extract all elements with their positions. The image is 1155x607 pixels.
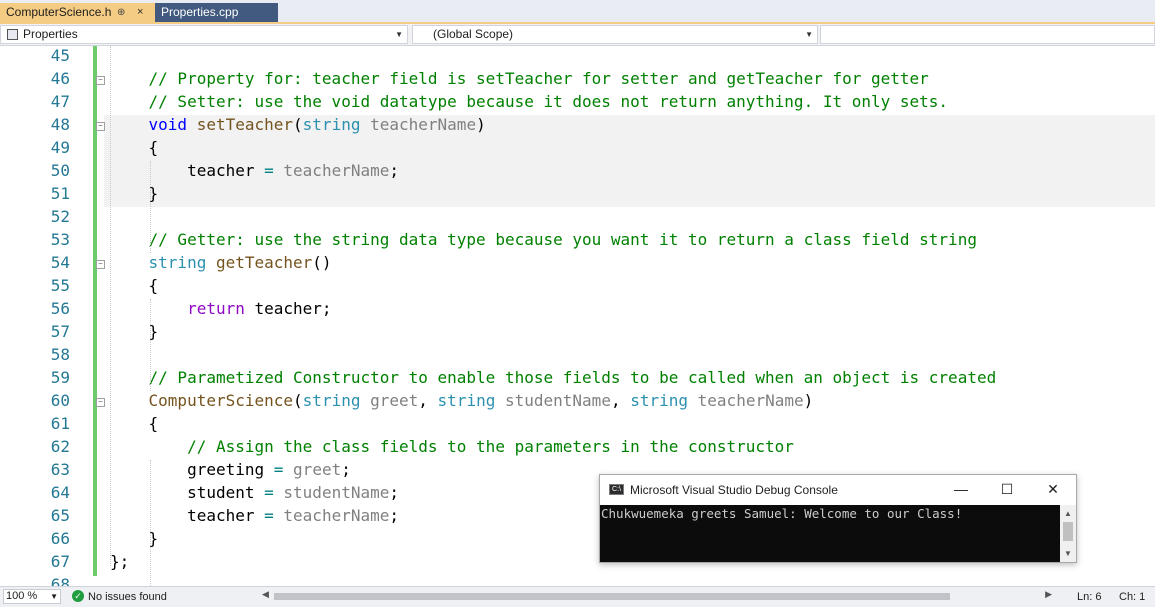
line-number: 54 [50, 253, 70, 272]
line-number: 49 [50, 138, 70, 157]
chevron-down-icon: ▼ [50, 592, 58, 601]
issues-indicator[interactable]: ✓ No issues found [72, 590, 167, 604]
code-line: { [110, 276, 159, 295]
code-line: teacher = teacherName; [110, 161, 400, 180]
console-vertical-scrollbar[interactable]: ▲ ▼ [1060, 505, 1076, 562]
line-number: 58 [50, 345, 70, 364]
line-number: 52 [50, 207, 70, 226]
code-line: { [110, 138, 159, 157]
zoom-dropdown[interactable]: 100 % ▼ [3, 589, 61, 604]
indent-guide [110, 46, 112, 566]
line-number: 45 [50, 46, 70, 65]
line-number: 50 [50, 161, 70, 180]
code-line: // Parametized Constructor to enable tho… [148, 368, 997, 387]
tab-label: ComputerScience.h [6, 5, 112, 19]
console-titlebar[interactable]: C:\ Microsoft Visual Studio Debug Consol… [600, 475, 1076, 505]
code-line: // Getter: use the string data type beca… [148, 230, 977, 249]
line-number: 56 [50, 299, 70, 318]
code-line: ComputerScience(string greet, string stu… [148, 391, 814, 410]
line-number: 62 [50, 437, 70, 456]
code-line: teacher = teacherName; [110, 506, 400, 525]
line-number: 68 [50, 575, 70, 586]
close-icon[interactable]: × [137, 3, 143, 22]
line-indicator: Ln: 6 [1077, 591, 1102, 603]
status-bar: 100 % ▼ ✓ No issues found ◀ ▶ Ln: 6 Ch: … [0, 586, 1155, 607]
console-icon: C:\ [609, 484, 624, 495]
code-line: greeting = greet; [110, 460, 351, 479]
collapse-icon[interactable]: − [96, 260, 105, 269]
chevron-down-icon: ▼ [805, 30, 813, 39]
code-line: }; [110, 552, 130, 571]
line-number: 47 [50, 92, 70, 111]
code-line: // Property for: teacher field is setTea… [148, 69, 929, 88]
code-line: void setTeacher(string teacherName) [148, 115, 486, 134]
code-line: return teacher; [187, 299, 332, 318]
indent-guide [150, 299, 152, 391]
global-scope-label: (Global Scope) [433, 27, 514, 41]
code-line: // Setter: use the void datatype because… [148, 92, 949, 111]
line-number: 60 [50, 391, 70, 410]
indent-guide [150, 161, 152, 253]
code-line: // Assign the class fields to the parame… [187, 437, 794, 456]
close-button[interactable]: ✕ [1038, 475, 1068, 505]
line-number: 57 [50, 322, 70, 341]
collapse-icon[interactable]: − [96, 398, 105, 407]
tab-properties-cpp[interactable]: Properties.cpp [155, 3, 278, 22]
column-indicator: Ch: 1 [1119, 591, 1146, 603]
minimize-button[interactable]: — [946, 475, 976, 505]
tab-bar: ComputerScience.h ⊕ × Properties.cpp [0, 0, 1155, 24]
scroll-left-icon[interactable]: ◀ [262, 589, 269, 600]
horizontal-scrollbar[interactable]: ◀ ▶ [262, 589, 1052, 602]
project-scope-dropdown[interactable]: Properties ▼ [0, 25, 408, 44]
code-line: { [110, 414, 159, 433]
line-number: 48 [50, 115, 70, 134]
tab-computerscience-h[interactable]: ComputerScience.h ⊕ × [0, 3, 155, 22]
pin-icon[interactable]: ⊕ [117, 3, 125, 22]
line-number: 51 [50, 184, 70, 203]
check-circle-icon: ✓ [72, 590, 84, 602]
scroll-down-icon[interactable]: ▼ [1064, 549, 1072, 558]
collapse-icon[interactable]: − [96, 76, 105, 85]
scrollbar-thumb[interactable] [1063, 522, 1073, 541]
line-number: 61 [50, 414, 70, 433]
code-line: string getTeacher() [148, 253, 332, 272]
line-number: 65 [50, 506, 70, 525]
line-number: 53 [50, 230, 70, 249]
debug-console-window[interactable]: C:\ Microsoft Visual Studio Debug Consol… [599, 474, 1077, 563]
maximize-button[interactable]: ☐ [992, 475, 1022, 505]
scroll-up-icon[interactable]: ▲ [1064, 509, 1072, 518]
tab-label: Properties.cpp [161, 5, 239, 19]
chevron-down-icon: ▼ [395, 30, 403, 39]
line-number: 46 [50, 69, 70, 88]
line-number: 67 [50, 552, 70, 571]
line-number: 63 [50, 460, 70, 479]
class-icon [7, 29, 18, 40]
zoom-level: 100 % [6, 590, 38, 602]
member-dropdown[interactable] [820, 25, 1155, 44]
indent-guide [150, 460, 152, 586]
collapse-icon[interactable]: − [96, 122, 105, 131]
line-number: 55 [50, 276, 70, 295]
line-number: 66 [50, 529, 70, 548]
console-title: Microsoft Visual Studio Debug Console [630, 483, 838, 497]
project-scope-label: Properties [23, 27, 78, 41]
scroll-right-icon[interactable]: ▶ [1045, 589, 1052, 600]
scrollbar-thumb[interactable] [274, 593, 950, 600]
navigation-bar: Properties ▼ (Global Scope) ▼ [0, 24, 1155, 46]
code-line: student = studentName; [110, 483, 400, 502]
issues-text: No issues found [88, 591, 167, 603]
console-output: Chukwuemeka greets Samuel: Welcome to ou… [601, 506, 963, 521]
line-number: 64 [50, 483, 70, 502]
global-scope-dropdown[interactable]: (Global Scope) ▼ [412, 25, 818, 44]
line-number: 59 [50, 368, 70, 387]
console-output-area[interactable]: Chukwuemeka greets Samuel: Welcome to ou… [600, 505, 1060, 562]
